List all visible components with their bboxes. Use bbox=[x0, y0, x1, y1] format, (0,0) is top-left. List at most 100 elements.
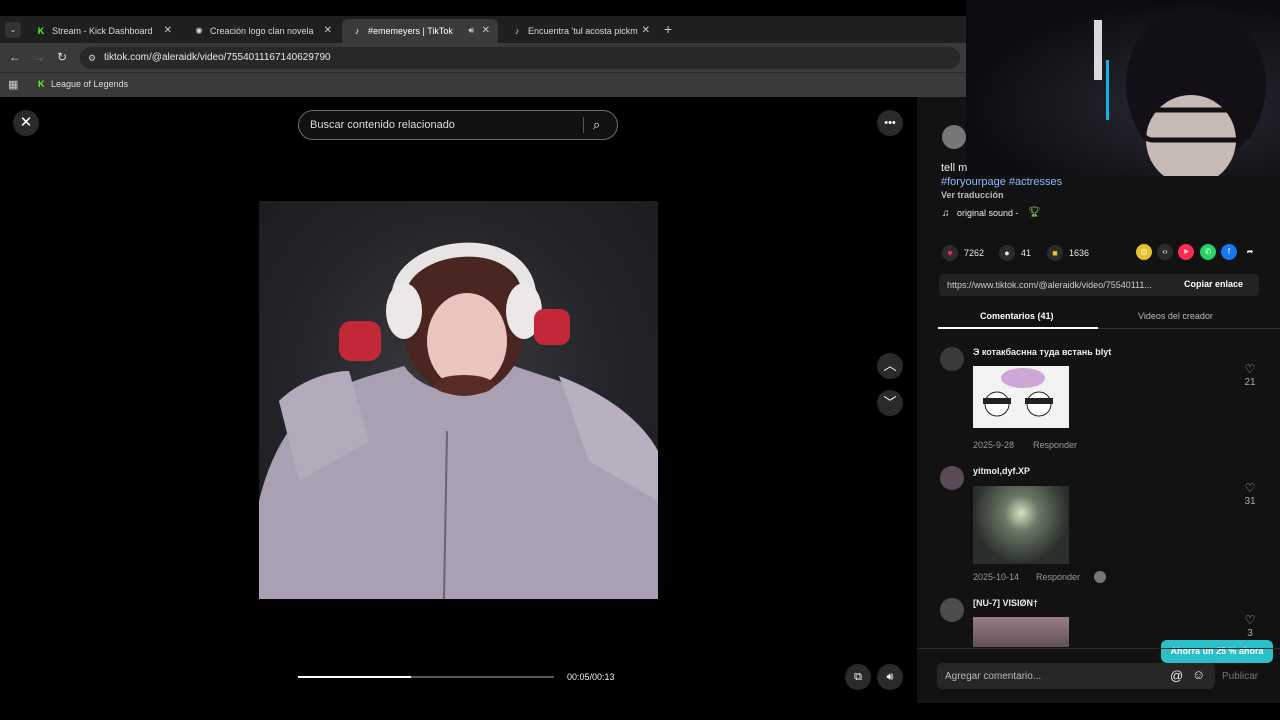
music-icon: ♫ bbox=[942, 208, 950, 219]
save-stat[interactable]: ■ 1636 bbox=[1047, 245, 1089, 261]
tab-creator-videos[interactable]: Videos del creador bbox=[1138, 311, 1213, 321]
video-frame-illustration bbox=[259, 242, 658, 599]
emoji-icon[interactable]: ☺ bbox=[1192, 667, 1205, 682]
bookmark-icon: ■ bbox=[1047, 245, 1063, 261]
close-icon[interactable]: ✕ bbox=[642, 25, 650, 36]
comment-user[interactable]: [NU-7] VISIØN† bbox=[973, 598, 1038, 608]
comment-avatar[interactable] bbox=[940, 598, 964, 622]
apps-grid-icon[interactable]: ▦ bbox=[8, 78, 18, 91]
tab-title: Creación logo clan novela bbox=[210, 26, 314, 36]
embed-icon[interactable]: ‹› bbox=[1157, 244, 1173, 260]
heart-outline-icon[interactable]: ♡ bbox=[1242, 362, 1258, 376]
bookmark-league-of-legends[interactable]: K League of Legends bbox=[38, 79, 128, 89]
tab-kick-dashboard[interactable]: K Stream - Kick Dashboard ✕ bbox=[26, 19, 180, 43]
forward-icon[interactable]: → bbox=[33, 50, 45, 64]
previous-video-button[interactable]: ︿ bbox=[877, 353, 903, 379]
like-count: 7262 bbox=[964, 248, 985, 258]
send-icon[interactable]: ➤ bbox=[1178, 244, 1194, 260]
webcam-overlay bbox=[966, 0, 1280, 176]
translate-link[interactable]: Ver traducción bbox=[941, 190, 1004, 200]
tab-search-dropdown[interactable]: ⌄ bbox=[5, 22, 21, 38]
next-video-button[interactable]: ﹀ bbox=[877, 390, 903, 416]
pip-button[interactable]: ⧉ bbox=[845, 664, 871, 690]
openai-icon: ✺ bbox=[195, 26, 203, 36]
save-count: 1636 bbox=[1069, 248, 1090, 258]
tab-comments[interactable]: Comentarios (41) bbox=[980, 311, 1054, 321]
more-options-button[interactable]: ••• bbox=[877, 110, 903, 136]
reply-button[interactable]: Responder bbox=[1036, 572, 1080, 582]
promo-button[interactable]: Ahorra un 25 % ahora bbox=[1161, 640, 1273, 663]
comment-like-count: 21 bbox=[1244, 377, 1256, 388]
search-placeholder: Buscar contenido relacionado bbox=[310, 119, 455, 131]
comment-user[interactable]: Э котакбаснна туда встань blyt bbox=[973, 347, 1111, 357]
time-display: 00:05/00:13 bbox=[567, 672, 615, 682]
new-tab-button[interactable]: + bbox=[664, 21, 672, 37]
heart-outline-icon[interactable]: ♡ bbox=[1242, 481, 1258, 495]
copy-link-button[interactable]: Copiar enlace bbox=[1184, 279, 1243, 289]
comment-date: 2025-10-14 bbox=[973, 572, 1020, 582]
like-stat[interactable]: ♥ 7262 bbox=[942, 245, 984, 261]
browser-tab-strip: ⌄ K Stream - Kick Dashboard ✕ ✺ Creación… bbox=[0, 16, 966, 43]
coin-icon[interactable]: ◎ bbox=[1136, 244, 1152, 260]
creator-liked-icon bbox=[1094, 571, 1106, 583]
comment-like-count: 3 bbox=[1247, 628, 1253, 639]
tab-title: #ememeyers | TikTok bbox=[368, 26, 453, 36]
video-stage: ✕ 00:05/00:13 ••• ︿ ﹀ ⧉ 🔊︎ bbox=[0, 97, 917, 703]
speaker-icon[interactable]: 🔊︎ bbox=[468, 25, 474, 36]
post-hashtags[interactable]: #foryourpage #actresses bbox=[941, 176, 1062, 188]
kick-icon: K bbox=[37, 26, 45, 36]
bookmark-label: League of Legends bbox=[51, 79, 129, 89]
address-bar[interactable]: ⚙ tiktok.com/@aleraidk/video/75540111671… bbox=[80, 47, 960, 69]
comic-illustration bbox=[983, 368, 1053, 417]
video-frame bbox=[259, 201, 658, 599]
mention-icon[interactable]: @ bbox=[1170, 668, 1183, 683]
tiktok-icon: ♪ bbox=[514, 26, 520, 36]
reload-icon[interactable]: ↻ bbox=[57, 50, 67, 64]
trophy-icon: 🏆︎ bbox=[1028, 207, 1041, 218]
related-search-input[interactable]: Buscar contenido relacionado ⌕ bbox=[298, 110, 618, 140]
comment-input[interactable]: Agregar comentario... @ ☺ bbox=[937, 663, 1215, 689]
comment-count: 41 bbox=[1021, 248, 1032, 258]
comment-like-count: 31 bbox=[1244, 496, 1256, 507]
composer-divider bbox=[917, 648, 1280, 649]
tab-tiktok-search[interactable]: ♪ Encuentra 'tul acosta pickme' e ✕ bbox=[502, 19, 658, 43]
comment-image[interactable] bbox=[973, 366, 1069, 428]
site-info-icon[interactable]: ⚙ bbox=[88, 47, 96, 69]
browser-toolbar: ← → ↻ ⚙ tiktok.com/@aleraidk/video/75540… bbox=[0, 43, 966, 72]
video-player[interactable]: 00:05/00:13 bbox=[259, 97, 658, 703]
tab-title: Stream - Kick Dashboard bbox=[52, 26, 153, 36]
facebook-icon[interactable]: f bbox=[1221, 244, 1237, 260]
link-box: https://www.tiktok.com/@aleraidk/video/7… bbox=[939, 274, 1259, 296]
publish-button[interactable]: Publicar bbox=[1222, 671, 1258, 682]
volume-button[interactable]: 🔊︎ bbox=[877, 664, 903, 690]
comment-avatar[interactable] bbox=[940, 466, 964, 490]
whatsapp-icon[interactable]: ✆ bbox=[1200, 244, 1216, 260]
tab-logo-clan[interactable]: ✺ Creación logo clan novela ✕ bbox=[184, 19, 340, 43]
back-icon[interactable]: ← bbox=[9, 50, 21, 64]
close-video-button[interactable]: ✕ bbox=[13, 110, 39, 136]
comment-stat[interactable]: ● 41 bbox=[999, 245, 1031, 261]
close-icon[interactable]: ✕ bbox=[324, 25, 332, 36]
share-arrow-icon[interactable]: ➦ bbox=[1242, 244, 1258, 260]
search-icon[interactable]: ⌕ bbox=[593, 111, 600, 139]
sound-name[interactable]: original sound - bbox=[957, 208, 1019, 218]
close-icon[interactable]: ✕ bbox=[164, 25, 172, 36]
close-icon[interactable]: ✕ bbox=[482, 25, 490, 36]
comment-avatar[interactable] bbox=[940, 347, 964, 371]
video-url[interactable]: https://www.tiktok.com/@aleraidk/video/7… bbox=[947, 280, 1172, 290]
heart-outline-icon[interactable]: ♡ bbox=[1242, 613, 1258, 627]
screen-bottom-strip bbox=[0, 703, 1280, 720]
creator-avatar[interactable] bbox=[942, 125, 966, 149]
url-text: tiktok.com/@aleraidk/video/7554011167140… bbox=[104, 52, 331, 63]
progress-track[interactable] bbox=[298, 676, 554, 678]
comment-image[interactable] bbox=[973, 486, 1069, 564]
heart-icon: ♥ bbox=[942, 245, 958, 261]
tab-title: Encuentra 'tul acosta pickme' e bbox=[528, 26, 638, 36]
comment-date: 2025-9-28 bbox=[973, 440, 1015, 450]
bookmarks-bar: ▦ K League of Legends bbox=[0, 72, 966, 97]
tab-tiktok-active[interactable]: ♪ #ememeyers | TikTok 🔊︎ ✕ bbox=[342, 19, 498, 43]
search-divider bbox=[583, 117, 584, 133]
comment-user[interactable]: yitmol,dyf.XP bbox=[973, 466, 1030, 476]
comment-image[interactable] bbox=[973, 617, 1069, 647]
reply-button[interactable]: Responder bbox=[1033, 440, 1077, 450]
